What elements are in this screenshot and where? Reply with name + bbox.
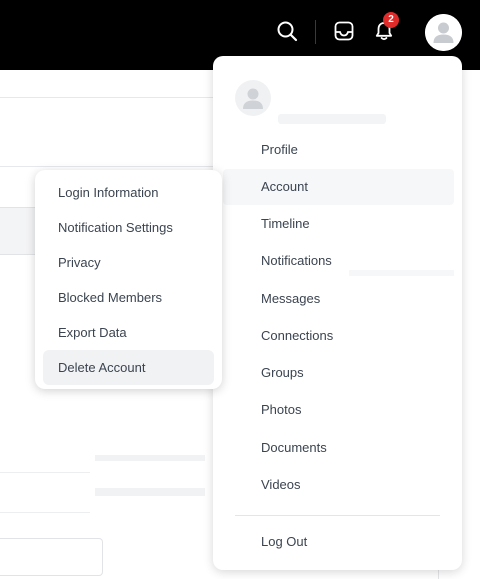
submenu-item-delete-account[interactable]: Delete Account — [43, 350, 214, 385]
background-divider — [0, 166, 220, 167]
search-icon[interactable] — [274, 18, 300, 44]
submenu-item-privacy[interactable]: Privacy — [43, 245, 214, 280]
menu-item-groups[interactable]: Groups — [223, 355, 454, 391]
topbar-divider — [315, 20, 316, 44]
menu-separator — [235, 515, 440, 516]
background-row-line — [0, 512, 90, 513]
user-avatar[interactable] — [425, 14, 462, 51]
submenu-item-export-data[interactable]: Export Data — [43, 315, 214, 350]
background-skeleton — [95, 488, 205, 496]
background-skeleton — [349, 270, 454, 276]
submenu-item-notification-settings[interactable]: Notification Settings — [43, 210, 214, 245]
menu-item-documents[interactable]: Documents — [223, 430, 454, 466]
submenu-item-login-information[interactable]: Login Information — [43, 175, 214, 210]
background-input — [0, 538, 103, 576]
dropdown-avatar — [235, 80, 271, 116]
menu-item-connections[interactable]: Connections — [223, 318, 454, 354]
menu-item-videos[interactable]: Videos — [223, 467, 454, 503]
menu-item-timeline[interactable]: Timeline — [223, 206, 454, 242]
menu-item-profile[interactable]: Profile — [223, 132, 454, 168]
menu-item-messages[interactable]: Messages — [223, 281, 454, 317]
inbox-icon[interactable] — [331, 18, 357, 44]
background-row-line — [0, 472, 90, 473]
dropdown-username-placeholder — [278, 114, 386, 124]
logout-button[interactable]: Log Out — [223, 524, 454, 560]
menu-item-account[interactable]: Account — [223, 169, 454, 205]
account-submenu: Login Information Notification Settings … — [35, 170, 222, 389]
menu-item-photos[interactable]: Photos — [223, 392, 454, 428]
notification-badge: 2 — [383, 12, 399, 28]
user-dropdown-menu: Profile Account Timeline Notifications M… — [213, 56, 462, 570]
background-card — [0, 97, 220, 167]
submenu-item-blocked-members[interactable]: Blocked Members — [43, 280, 214, 315]
background-skeleton — [95, 455, 205, 461]
